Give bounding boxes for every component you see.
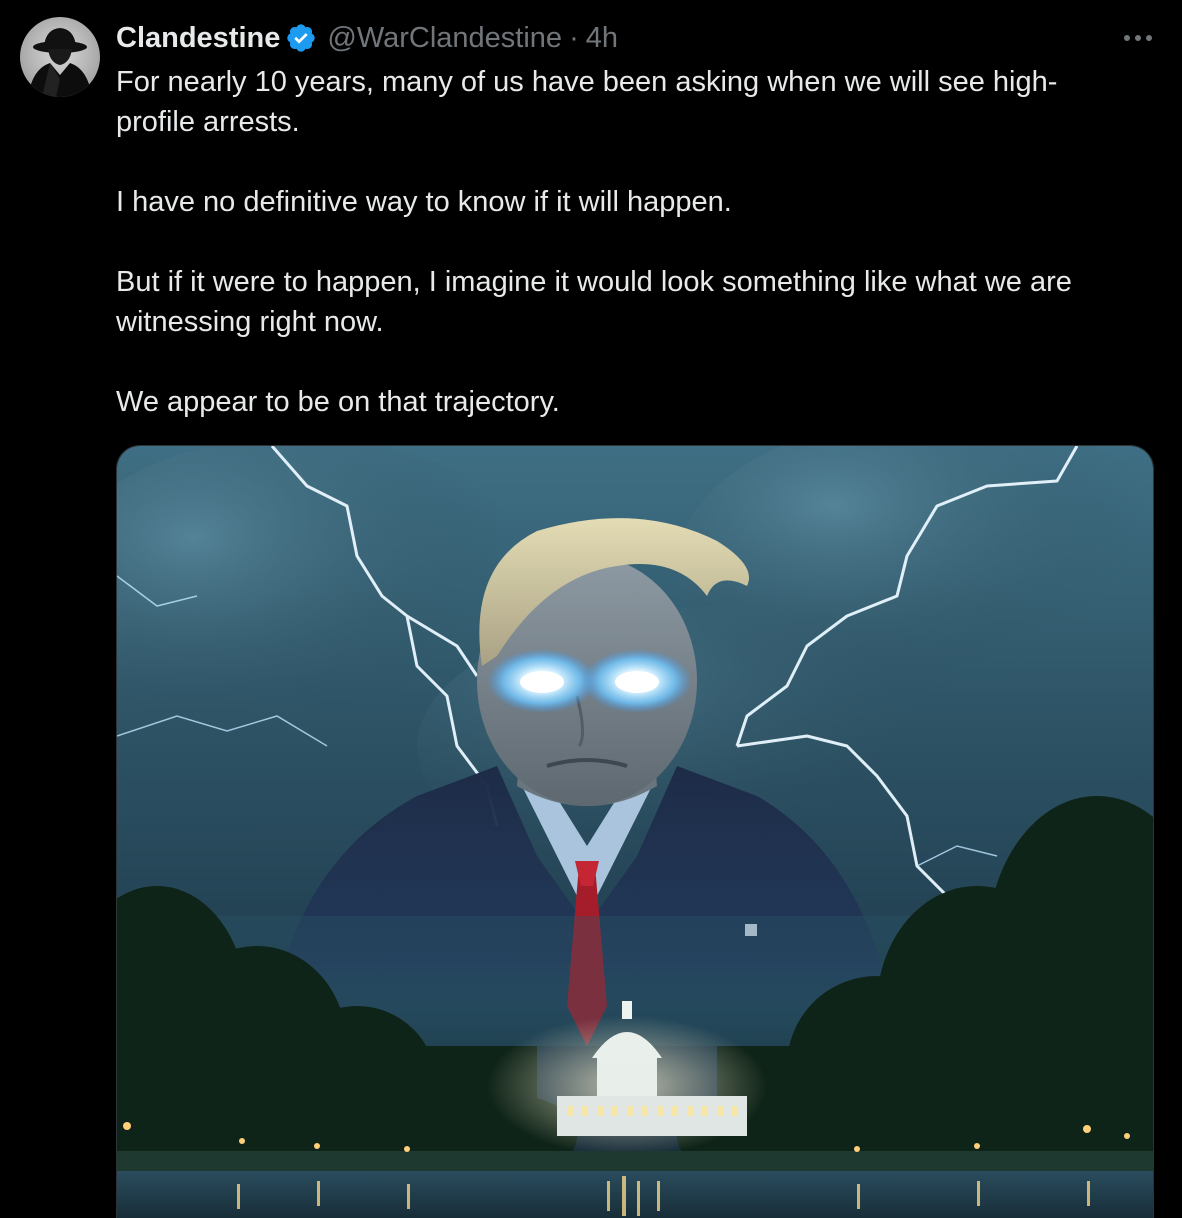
tweet-text: For nearly 10 years, many of us have bee… [116, 62, 1156, 462]
avatar[interactable] [20, 17, 100, 97]
tweet-card[interactable]: Clandestine @WarClandestine · 4h For nea… [0, 0, 1182, 1218]
more-options-icon [1124, 35, 1152, 41]
tweet-media-image[interactable] [116, 445, 1154, 1218]
tweet-paragraph: We appear to be on that trajectory. [116, 386, 560, 418]
timestamp[interactable]: 4h [586, 22, 618, 55]
tweet-paragraph: I have no definitive way to know if it w… [116, 186, 732, 218]
tweet-paragraph: For nearly 10 years, many of us have bee… [116, 66, 1058, 138]
ai-image-figure-capitol-lightning-icon [117, 446, 1153, 1218]
more-options-button[interactable] [1118, 18, 1158, 58]
separator-dot: · [569, 21, 579, 54]
tweet-paragraph: But if it were to happen, I imagine it w… [116, 266, 1072, 338]
display-name[interactable]: Clandestine [116, 22, 280, 55]
user-handle[interactable]: @WarClandestine [327, 22, 562, 55]
verified-badge-icon[interactable] [285, 22, 317, 54]
fedora-silhouette-avatar-icon [28, 28, 92, 97]
tweet-header: Clandestine @WarClandestine · 4h [116, 18, 618, 58]
